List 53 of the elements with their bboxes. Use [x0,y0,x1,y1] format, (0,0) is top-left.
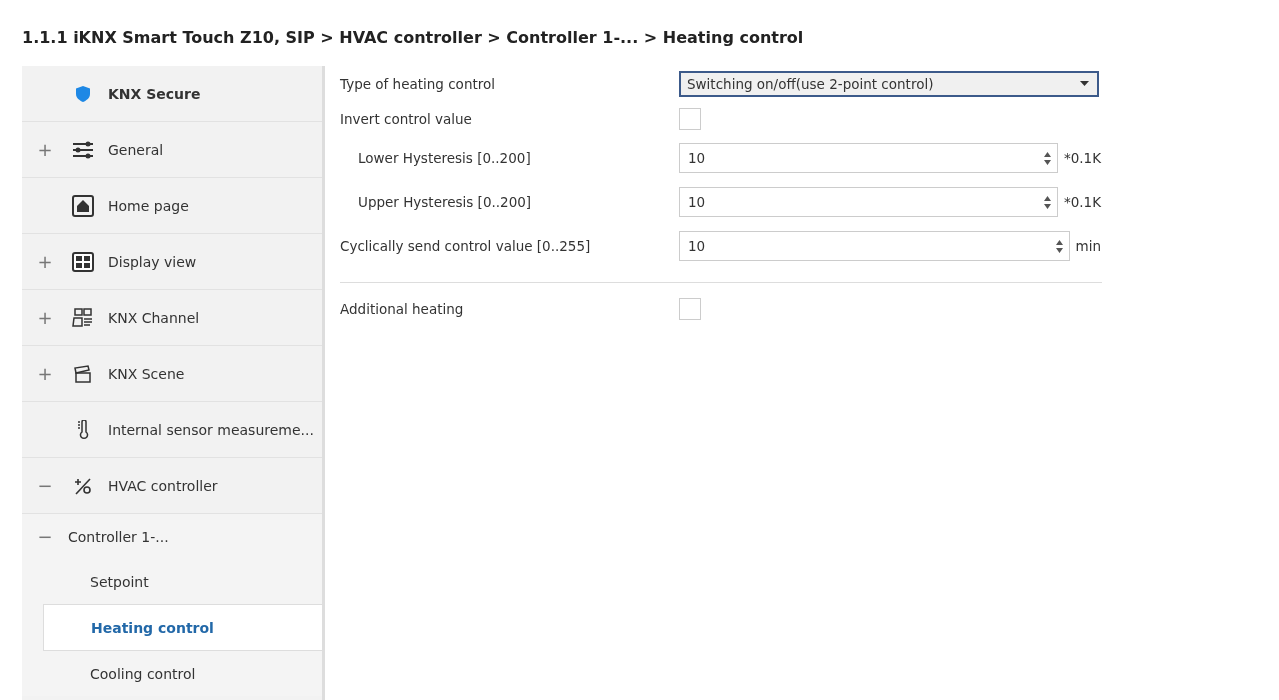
sliders-icon [72,140,94,159]
item-label: HVAC controller [108,477,218,494]
unit-label: *0.1K [1063,194,1101,210]
item-label: Controller 1-... [68,528,169,545]
parameter-label: Additional heating [340,300,465,317]
unit-label: *0.1K [1063,150,1101,166]
clapperboard-icon [74,364,92,383]
parameter-label: Lower Hysteresis [0..200] [357,150,532,166]
expander-toggle[interactable]: + [37,251,53,272]
expander-toggle[interactable]: − [37,526,53,547]
sidebar-item[interactable]: Cooling control [22,651,322,696]
shield-icon [76,85,90,102]
item-label: KNX Scene [108,365,185,382]
parameter-label: Invert control value [340,110,473,127]
sidebar-item[interactable]: Home page [22,178,322,234]
number-field[interactable]: 10 [679,143,1058,173]
item-label: Display view [108,253,197,270]
sidebar-item[interactable]: Heating control [43,604,322,651]
item-label: KNX Secure [108,85,201,102]
expander-toggle[interactable]: + [37,139,53,160]
sidebar-item[interactable]: − Controller 1-... [22,514,322,559]
number-field[interactable]: 10 [679,187,1058,217]
expander-toggle[interactable]: + [37,307,53,328]
parameter-label: Type of heating control [340,75,496,92]
checkbox[interactable] [679,107,701,130]
sidebar-item[interactable]: Setpoint [22,559,322,604]
expander-toggle[interactable]: − [37,475,53,496]
number-field[interactable]: 10 [679,231,1070,261]
parameter-label: Cyclically send control value [0..255] [340,238,592,254]
sidebar-item[interactable]: + Display view [22,234,322,290]
home-icon [72,194,94,217]
item-label: Home page [108,197,189,214]
parameter-label: Upper Hysteresis [0..200] [357,194,533,210]
item-label: Internal sensor measureme... [108,421,314,438]
sidebar-item[interactable]: + General [22,122,322,178]
sidebar-item[interactable]: + KNX Channel [22,290,322,346]
thermometer-icon [76,419,90,440]
dropdown-arrow-icon [1080,81,1089,86]
dropdown-field[interactable]: Switching on/off(use 2-point control) [679,70,1099,97]
breadcrumb-title: 1.1.1 iKNX Smart Touch Z10, SIP > HVAC controller > Controller 1-... > Heating control [21,27,805,49]
sidebar-item[interactable]: KNX Secure [22,66,322,122]
spin-arrows-icon[interactable] [1043,195,1051,209]
expander-toggle[interactable]: + [37,363,53,384]
sidebar-item[interactable]: Internal sensor measureme... [22,402,322,458]
item-label: KNX Channel [108,309,200,326]
sidebar-item[interactable]: + KNX Scene [22,346,322,402]
channel-icon [72,307,94,328]
spin-arrows-icon[interactable] [1055,239,1063,253]
checkbox[interactable] [679,297,701,320]
spin-arrows-icon[interactable] [1043,151,1051,165]
grid-view-icon [72,251,94,272]
item-label: General [108,141,164,158]
unit-label: min [1075,238,1101,254]
